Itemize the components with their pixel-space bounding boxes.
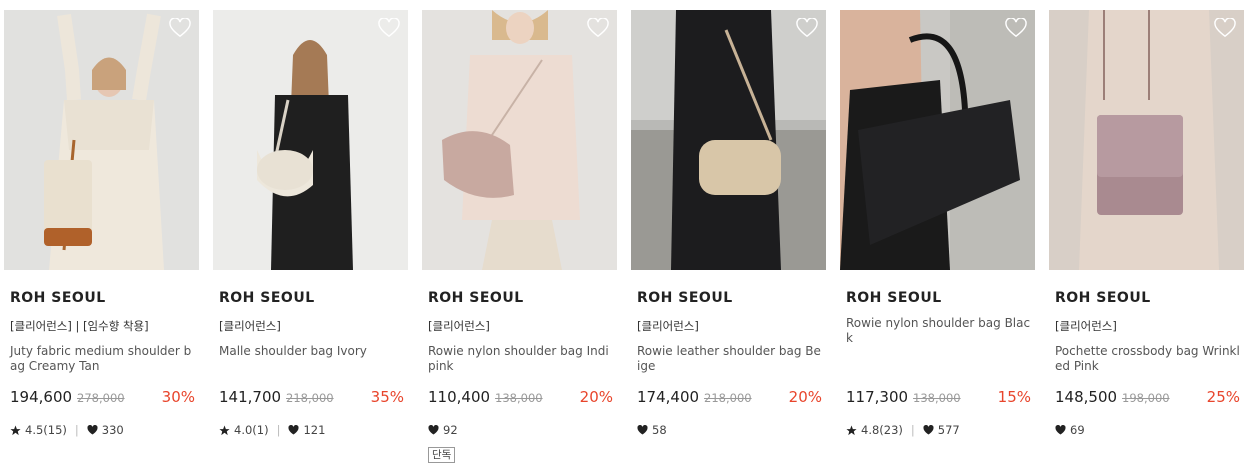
likes-count: 121 [303, 423, 326, 437]
wishlist-heart-icon[interactable] [378, 18, 400, 38]
likes-heart-icon [637, 425, 648, 435]
product-card[interactable]: ROH SEOUL [클리어런스] Rowie leather shoulder… [631, 10, 826, 460]
wishlist-heart-icon[interactable] [796, 18, 818, 38]
rating-value: 4.8(23) [861, 423, 903, 437]
discount-rate: 25% [1206, 388, 1240, 406]
original-price: 218,000 [286, 391, 334, 405]
meta-divider: | [910, 423, 915, 437]
product-image[interactable] [840, 10, 1035, 270]
rating-value: 4.5(15) [25, 423, 67, 437]
product-tags: [클리어런스] | [임수향 착용] [10, 319, 149, 333]
original-price: 138,000 [913, 391, 961, 405]
likes-count: 69 [1070, 423, 1085, 437]
product-name[interactable]: Pochette crossbody bag Wrinkled Pink [1055, 344, 1241, 374]
brand-name[interactable]: ROH SEOUL [637, 290, 733, 306]
wishlist-heart-icon[interactable] [169, 18, 191, 38]
product-meta: 92 [428, 423, 458, 437]
wishlist-heart-icon[interactable] [1214, 18, 1236, 38]
wishlist-heart-icon[interactable] [587, 18, 609, 38]
product-meta: 58 [637, 423, 667, 437]
discount-rate: 15% [997, 388, 1031, 406]
exclusive-badge: 단독 [428, 447, 456, 463]
product-name[interactable]: Rowie nylon shoulder bag Black [846, 316, 1032, 346]
brand-name[interactable]: ROH SEOUL [428, 290, 524, 306]
discount-rate: 20% [788, 388, 822, 406]
product-image[interactable] [213, 10, 408, 270]
product-meta: 4.8(23) | 577 [846, 423, 960, 437]
brand-name[interactable]: ROH SEOUL [846, 290, 942, 306]
product-tags: [클리어런스] [428, 319, 490, 333]
product-tags: [클리어런스] [1055, 319, 1117, 333]
product-tags: [클리어런스] [637, 319, 699, 333]
price-row: 141,700 218,000 [219, 388, 334, 406]
product-image[interactable] [631, 10, 826, 270]
sale-price: 117,300 [846, 388, 909, 406]
discount-rate: 35% [370, 388, 404, 406]
star-icon [219, 424, 230, 435]
likes-heart-icon [428, 425, 439, 435]
product-meta: 69 [1055, 423, 1085, 437]
product-tags: [클리어런스] [219, 319, 281, 333]
product-meta: 4.0(1) | 121 [219, 423, 325, 437]
likes-count: 577 [937, 423, 960, 437]
price-row: 117,300 138,000 [846, 388, 961, 406]
likes-count: 330 [101, 423, 124, 437]
price-row: 174,400 218,000 [637, 388, 752, 406]
price-row: 110,400 138,000 [428, 388, 543, 406]
brand-name[interactable]: ROH SEOUL [219, 290, 315, 306]
likes-heart-icon [1055, 425, 1066, 435]
product-image[interactable] [4, 10, 199, 270]
product-image[interactable] [422, 10, 617, 270]
discount-rate: 20% [579, 388, 613, 406]
original-price: 278,000 [77, 391, 125, 405]
product-card[interactable]: ROH SEOUL [클리어런스] Rowie nylon shoulder b… [422, 10, 617, 463]
star-icon [846, 424, 857, 435]
likes-count: 92 [443, 423, 458, 437]
sale-price: 194,600 [10, 388, 73, 406]
sale-price: 174,400 [637, 388, 700, 406]
brand-name[interactable]: ROH SEOUL [10, 290, 106, 306]
original-price: 138,000 [495, 391, 543, 405]
product-image[interactable] [1049, 10, 1244, 270]
product-meta: 4.5(15) | 330 [10, 423, 124, 437]
wishlist-heart-icon[interactable] [1005, 18, 1027, 38]
product-name[interactable]: Rowie nylon shoulder bag Indipink [428, 344, 614, 374]
price-row: 148,500 198,000 [1055, 388, 1170, 406]
product-name[interactable]: Malle shoulder bag Ivory [219, 344, 405, 359]
product-card[interactable]: ROH SEOUL Rowie nylon shoulder bag Black… [840, 10, 1035, 460]
star-icon [10, 424, 21, 435]
original-price: 198,000 [1122, 391, 1170, 405]
sale-price: 148,500 [1055, 388, 1118, 406]
meta-divider: | [276, 423, 281, 437]
sale-price: 141,700 [219, 388, 282, 406]
likes-heart-icon [288, 425, 299, 435]
likes-heart-icon [923, 425, 934, 435]
product-card[interactable]: ROH SEOUL [클리어런스] | [임수향 착용] Juty fabric… [4, 10, 199, 460]
price-row: 194,600 278,000 [10, 388, 125, 406]
product-name[interactable]: Juty fabric medium shoulder bag Creamy T… [10, 344, 196, 374]
product-card[interactable]: ROH SEOUL [클리어런스] Malle shoulder bag Ivo… [213, 10, 408, 460]
likes-count: 58 [652, 423, 667, 437]
rating-value: 4.0(1) [234, 423, 269, 437]
original-price: 218,000 [704, 391, 752, 405]
meta-divider: | [74, 423, 79, 437]
discount-rate: 30% [161, 388, 195, 406]
sale-price: 110,400 [428, 388, 491, 406]
product-name[interactable]: Rowie leather shoulder bag Beige [637, 344, 823, 374]
likes-heart-icon [87, 425, 98, 435]
brand-name[interactable]: ROH SEOUL [1055, 290, 1151, 306]
product-card[interactable]: ROH SEOUL [클리어런스] Pochette crossbody bag… [1049, 10, 1244, 460]
